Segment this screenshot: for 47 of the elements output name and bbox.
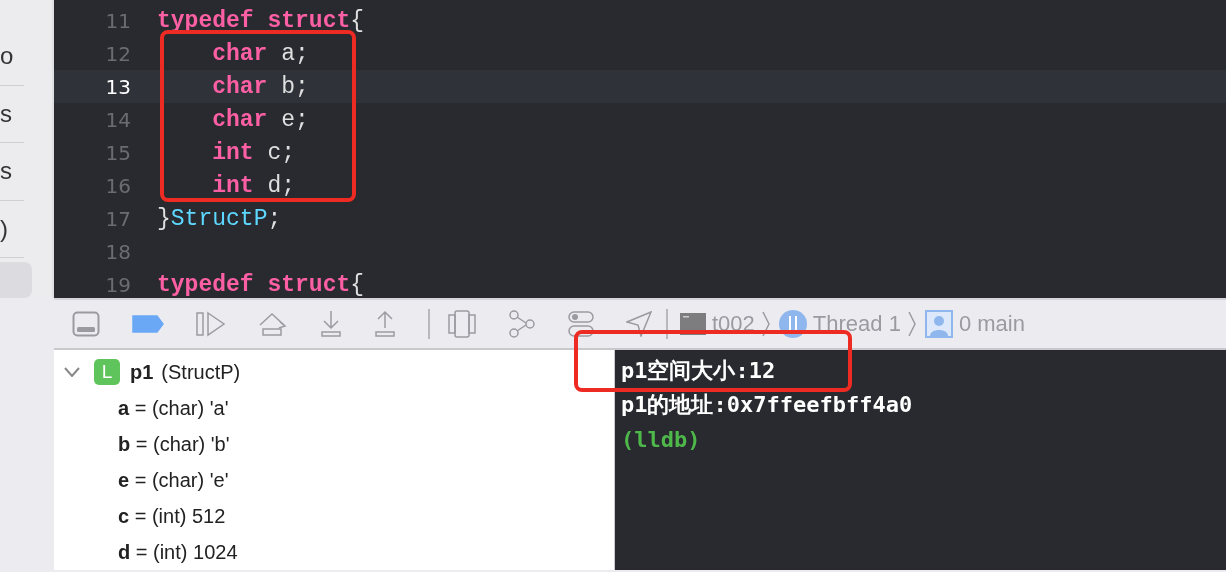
code-line: int c; [211, 139, 296, 166]
line-number: 18 [104, 239, 131, 264]
line-number: 15 [104, 140, 131, 165]
sidebar-item[interactable]: s [0, 85, 24, 144]
line-number: 12 [104, 41, 131, 66]
variable-type: (StructP) [161, 360, 241, 384]
chevron-icon[interactable] [64, 367, 80, 377]
person-icon [924, 310, 953, 338]
breakpoint-icon[interactable] [132, 315, 164, 333]
hide-panel-icon[interactable] [72, 311, 100, 337]
thread-icon [778, 310, 807, 338]
local-badge: L [94, 359, 120, 385]
chevron-icon[interactable] [906, 311, 917, 337]
console-line: (lldb) [621, 425, 702, 454]
line-number: 11 [104, 8, 131, 33]
code-line: typedef struct{ [157, 7, 365, 34]
code-line: char a; [211, 40, 309, 67]
sidebar-item[interactable]: o [0, 28, 24, 86]
variable-value: e = (char) 'e' [118, 468, 229, 492]
code-line: int d; [211, 172, 296, 199]
line-number: 17 [104, 206, 131, 231]
chevron-icon[interactable] [760, 311, 771, 337]
line-number: 13 [104, 74, 131, 99]
continue-icon[interactable] [196, 311, 226, 337]
variable-value: a = (char) 'a' [118, 396, 229, 420]
line-number: 19 [104, 272, 131, 297]
line-number: 14 [104, 107, 131, 132]
code-line: char b; [211, 73, 309, 100]
share-icon[interactable] [508, 310, 536, 338]
variable-value: d = (int) 1024 [118, 540, 238, 564]
line-number: 16 [104, 173, 131, 198]
variable-value: b = (char) 'b' [118, 432, 230, 456]
toggle-icon[interactable] [568, 310, 594, 338]
console-line: p1的地址:0x7ffeefbff4a0 [621, 391, 914, 419]
location-icon[interactable] [626, 311, 652, 337]
variable-name: p1 [130, 360, 154, 384]
step-over-icon[interactable] [258, 311, 288, 337]
step-out-icon[interactable] [374, 310, 396, 338]
sidebar-item[interactable]: ) [0, 200, 24, 259]
code-line: }StructP; [157, 205, 282, 232]
variable-value: c = (int) 512 [118, 504, 226, 528]
sidebar-item[interactable]: s [0, 143, 24, 201]
step-into-icon[interactable] [320, 310, 342, 338]
code-line: typedef struct{ [157, 271, 365, 298]
console-line: p1空间大小:12 [621, 357, 777, 385]
code-line: char e; [211, 106, 309, 133]
view-hierarchy-icon[interactable] [448, 310, 476, 338]
